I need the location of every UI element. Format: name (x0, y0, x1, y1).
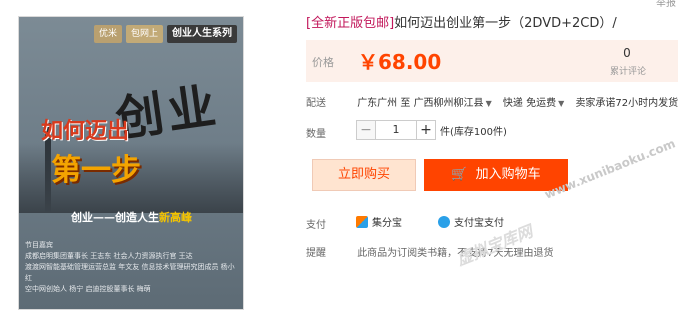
increase-button[interactable]: + (416, 120, 436, 140)
quantity-label: 数量 (306, 129, 326, 140)
add-to-cart-label: 加入购物车 (475, 167, 541, 182)
payment-label-row: 支付 (306, 216, 354, 231)
jifenbao-icon (356, 215, 368, 228)
price-label: 价格 (312, 56, 334, 69)
shipping-row: 配送 广东广州 至 广西柳州柳江县 ▼ 快递 免运费 ▼ 卖家承诺72小时内发货 (306, 94, 678, 109)
shipping-destination: 广西柳州柳江县 (413, 98, 484, 109)
alipay-icon (438, 215, 450, 228)
product-title: [全新正版包邮]如何迈出创业第一步（2DVD+2CD）/ (306, 12, 617, 31)
price-value: ￥68.00 (358, 50, 442, 74)
title-text: 如何迈出创业第一步（2DVD+2CD）/ (394, 16, 617, 31)
buy-now-button[interactable]: 立即购买 (312, 159, 416, 191)
stock-text: 件(库存100件) (440, 126, 507, 138)
cover-credits: 节目嘉宾 成都启明集团董事长 王志东 社会人力资源执行官 王达 渡渡网智能基础管… (25, 241, 235, 293)
shipping-label: 配送 (306, 98, 326, 109)
cover-title-line1: 如何迈出 (41, 119, 130, 144)
quantity-label-row: 数量 (306, 125, 354, 140)
price-box: 价格 ￥68.00 0 累计评论 (306, 40, 678, 82)
shipping-destination-select[interactable]: 广西柳州柳江县 ▼ (414, 98, 500, 109)
title-tag: [全新正版包邮] (306, 16, 395, 31)
payment-label: 支付 (306, 220, 326, 231)
shipping-promise: 卖家承诺72小时内发货 (575, 98, 679, 109)
product-cover-image[interactable]: 优米 包网上 创业人生系列 创业 如何迈出 第一步 创业——创造人生新高峰 节目… (18, 16, 244, 310)
cover-badge-3: 创业人生系列 (167, 25, 237, 43)
review-count-label: 累计评论 (609, 67, 646, 77)
payment-method-2[interactable]: 支付宝支付 (454, 214, 504, 229)
cart-icon: 🛒 (451, 167, 468, 182)
shipping-from: 广东广州 至 (357, 98, 411, 109)
cover-subtitle-prefix: 创业——创造人生 (71, 211, 159, 224)
quantity-stepper: − 1 + 件(库存100件) (356, 120, 507, 140)
chevron-down-icon: ▼ (485, 99, 492, 108)
notice-label: 提醒 (306, 248, 326, 259)
shipping-method-select[interactable]: 快递 免运费 ▼ (503, 98, 572, 109)
decrease-button[interactable]: − (356, 120, 376, 140)
cover-badge-2: 包网上 (125, 25, 163, 43)
cover-subtitle-highlight: 新高峰 (159, 211, 192, 224)
cover-subtitle: 创业——创造人生新高峰 (71, 209, 192, 225)
chevron-down-icon: ▼ (558, 99, 565, 108)
cover-title-line2: 第一步 (51, 153, 141, 188)
cover-badge-1: 优米 (93, 25, 122, 43)
report-link[interactable]: 举报 (656, 0, 676, 9)
shipping-method: 快递 免运费 (502, 98, 557, 109)
review-count[interactable]: 0 (602, 46, 652, 60)
cover-badges: 优米 包网上 创业人生系列 (93, 25, 237, 43)
quantity-input[interactable]: 1 (376, 120, 416, 140)
payment-methods: 集分宝 支付宝支付 (356, 214, 504, 229)
payment-method-1[interactable]: 集分宝 (372, 214, 402, 229)
